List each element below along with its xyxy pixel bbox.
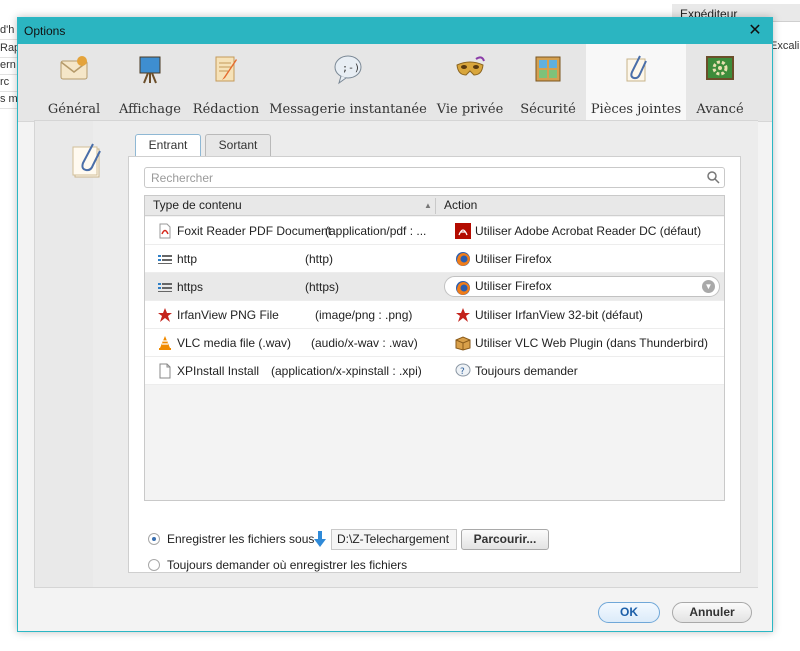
toolbar-item-general[interactable]: Général: [38, 44, 110, 122]
toolbar-item-security[interactable]: Sécurité: [512, 44, 584, 122]
background-row: d'h: [0, 24, 18, 40]
background-row: s m: [0, 93, 18, 109]
table-row[interactable]: Foxit Reader PDF Document (application/p…: [145, 217, 724, 245]
table-row[interactable]: XPInstall Install (application/x-xpinsta…: [145, 357, 724, 385]
chevron-down-icon[interactable]: ▼: [702, 280, 715, 293]
cancel-button[interactable]: Annuler: [672, 602, 752, 623]
irfanview-icon: [456, 308, 470, 322]
table-row[interactable]: VLC media file (.wav) (audio/x-wav : .wa…: [145, 329, 724, 357]
attachments-pane: Entrant Sortant Type de contenu ▲ Action: [34, 120, 758, 588]
content-type-name: VLC media file (.wav): [177, 336, 292, 350]
column-header-action[interactable]: Action: [436, 196, 724, 216]
toolbar-item-label: Rédaction: [192, 102, 260, 117]
action-label: Utiliser Adobe Acrobat Reader DC (défaut…: [475, 224, 702, 238]
toolbar-item-advanced[interactable]: Avancé: [688, 44, 752, 122]
options-toolbar: Général Affichage Rédaction ;-) Messager…: [18, 44, 772, 122]
toolbar-item-chat[interactable]: ;-) Messagerie instantanée: [268, 44, 428, 122]
download-folder-path: D:\Z-Telechargement: [331, 529, 457, 550]
toolbar-item-label: Sécurité: [520, 102, 576, 117]
download-arrow-icon: [314, 531, 326, 547]
table-row[interactable]: http (http) Utiliser Firefox: [145, 245, 724, 273]
notepad-icon: [215, 56, 237, 82]
browse-button[interactable]: Parcourir...: [461, 529, 549, 550]
toolbar-item-attachments[interactable]: Pièces jointes: [586, 44, 686, 122]
incoming-panel: Type de contenu ▲ Action Foxit Reader PD…: [128, 156, 741, 573]
toolbar-item-label: Avancé: [696, 102, 744, 117]
ok-button[interactable]: OK: [598, 602, 660, 623]
toolbar-item-label: Général: [47, 102, 101, 117]
blank-file-icon: [159, 363, 171, 379]
attachment-paperclip-icon: [72, 143, 101, 178]
column-header-content-type[interactable]: Type de contenu: [145, 196, 435, 216]
search-icon[interactable]: [706, 170, 720, 184]
protocol-icon: [158, 255, 172, 264]
table-row[interactable]: https (https) Utiliser Firefox ▼: [145, 273, 724, 301]
content-type-name: IrfanView PNG File: [177, 308, 279, 322]
action-label: Utiliser VLC Web Plugin (dans Thunderbir…: [475, 336, 708, 350]
sort-up-icon: ▲: [424, 201, 432, 210]
background-row: ern: [0, 59, 18, 75]
toolbar-item-display[interactable]: Affichage: [110, 44, 190, 122]
content-type-name: https: [177, 280, 204, 294]
search-box: [144, 167, 725, 188]
content-type-mime: (audio/x-wav : .wav): [311, 336, 418, 350]
table-row[interactable]: IrfanView PNG File (image/png : .png) Ut…: [145, 301, 724, 329]
table-header: Type de contenu ▲ Action: [145, 196, 724, 216]
toolbar-item-label: Affichage: [119, 102, 181, 117]
radio-always-ask[interactable]: [148, 559, 160, 571]
background-cell: Excali: [770, 40, 800, 52]
tab-outgoing[interactable]: Sortant: [205, 134, 271, 156]
search-input[interactable]: [145, 168, 685, 187]
content-type-mime: (application/x-xpinstall : .xpi): [271, 364, 422, 378]
easel-icon: [139, 56, 161, 84]
protocol-icon: [158, 283, 172, 292]
irfanview-icon: [158, 308, 172, 322]
dialog-titlebar[interactable]: Options ✕: [18, 18, 772, 44]
content-type-table: Type de contenu ▲ Action Foxit Reader PD…: [144, 195, 725, 501]
dialog-title: Options: [24, 24, 66, 38]
toolbar-item-composition[interactable]: Rédaction: [190, 44, 262, 122]
options-dialog: Options ✕ Général Affichage Rédaction ;-…: [17, 17, 773, 632]
envelope-icon: [60, 56, 88, 80]
always-ask-label[interactable]: Toujours demander où enregistrer les fic…: [167, 558, 407, 572]
svg-text:;-): ;-): [342, 63, 360, 74]
action-dropdown[interactable]: Utiliser Firefox ▼: [444, 276, 720, 297]
toolbar-item-privacy[interactable]: Vie privée: [434, 44, 506, 122]
chat-bubble-icon: ;-): [334, 55, 362, 85]
content-type-mime: (image/png : .png): [315, 308, 413, 322]
toolbar-item-label: Vie privée: [436, 102, 504, 117]
window-icon: [535, 56, 561, 82]
firefox-icon: [456, 281, 470, 295]
svg-text:?: ?: [460, 367, 465, 377]
content-type-name: http: [177, 252, 198, 266]
paperclip-icon: [626, 55, 647, 82]
action-label: Utiliser Firefox: [475, 252, 552, 266]
content-type-name: XPInstall Install: [177, 364, 260, 378]
content-type-mime: (https): [305, 280, 340, 294]
content-type-name: Foxit Reader PDF Document: [177, 224, 332, 238]
tab-incoming[interactable]: Entrant: [135, 134, 201, 157]
action-label: Toujours demander: [475, 364, 578, 378]
toolbar-item-label: Messagerie instantanée: [269, 102, 427, 117]
action-label: Utiliser IrfanView 32-bit (défaut): [475, 308, 643, 322]
question-icon: ?: [455, 363, 471, 377]
gear-board-icon: [706, 56, 734, 80]
toolbar-item-label: Pièces jointes: [590, 102, 682, 117]
close-icon[interactable]: ✕: [744, 21, 766, 41]
vlc-cone-icon: [159, 336, 171, 350]
save-to-label[interactable]: Enregistrer les fichiers sous: [167, 532, 314, 546]
plugin-box-icon: [455, 336, 471, 351]
action-dropdown-value: Utiliser Firefox: [475, 279, 552, 293]
content-type-mime: (http): [305, 252, 334, 266]
acrobat-icon: [455, 223, 471, 239]
background-row: rc: [0, 76, 18, 92]
mask-icon: [456, 56, 485, 76]
pdf-file-icon: [159, 223, 171, 239]
content-type-mime: (application/pdf : ...: [325, 224, 427, 238]
radio-save-to[interactable]: [148, 533, 160, 545]
firefox-icon: [456, 252, 470, 266]
background-row: Rap: [0, 42, 18, 58]
